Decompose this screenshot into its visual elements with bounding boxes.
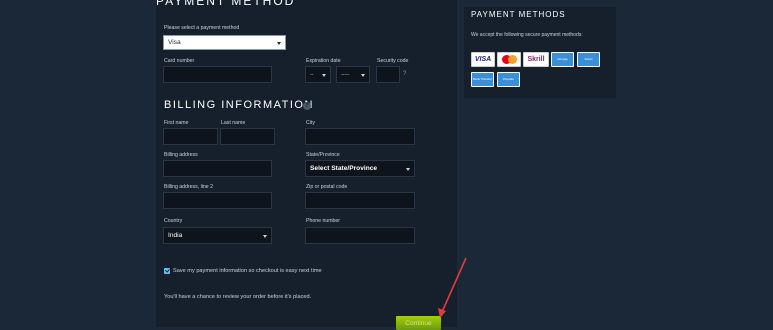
payment-methods-title: PAYMENT METHODS	[471, 10, 566, 19]
exp-month-value: --	[310, 71, 314, 78]
security-code-label: Security code	[377, 58, 409, 64]
country-value: India	[168, 232, 183, 239]
security-code-input[interactable]	[376, 66, 400, 83]
exp-year-value: -----	[341, 71, 350, 78]
chevron-down-icon	[277, 41, 281, 45]
continue-button[interactable]: Continue	[396, 316, 441, 330]
help-icon[interactable]: ?	[303, 102, 311, 110]
visa-logo: VISA	[471, 52, 495, 67]
review-note: You'll have a chance to review your orde…	[164, 294, 312, 300]
last-name-label: Last name	[221, 120, 246, 126]
phone-label: Phone number	[306, 218, 341, 224]
country-label: Country	[164, 218, 183, 224]
save-payment-label: Save my payment information so checkout …	[173, 268, 322, 274]
info-icon: ?	[403, 71, 407, 77]
payment-method-select[interactable]: Visa	[163, 35, 286, 50]
payment-select-label: Please select a payment method	[164, 25, 240, 31]
sofort-logo: Sofort	[577, 52, 600, 67]
billing-address-label: Billing address	[164, 152, 198, 158]
billing-info-title: BILLING INFORMATION	[164, 99, 314, 111]
zip-input[interactable]	[305, 192, 415, 209]
state-select[interactable]: Select State/Province	[305, 160, 415, 177]
chevron-down-icon	[322, 73, 326, 77]
country-select[interactable]: India	[163, 227, 272, 244]
card-number-label: Card number	[164, 58, 195, 64]
billing-address2-input[interactable]	[163, 192, 272, 209]
payment-method-value: Visa	[168, 39, 181, 46]
phone-input[interactable]	[305, 227, 415, 244]
expiration-label: Expiration date	[306, 58, 341, 64]
state-label: State/Province	[306, 152, 340, 158]
payment-method-title: PAYMENT METHOD	[156, 0, 296, 8]
last-name-input[interactable]	[220, 128, 275, 145]
expiration-year-select[interactable]: -----	[336, 66, 370, 83]
card-number-input[interactable]	[163, 66, 272, 83]
state-value: Select State/Province	[310, 165, 378, 172]
expiration-month-select[interactable]: --	[305, 66, 331, 83]
first-name-input[interactable]	[163, 128, 218, 145]
giropay-logo: Giropay	[551, 52, 574, 67]
payment-methods-text: We accept the following secure payment m…	[471, 32, 583, 38]
chevron-down-icon	[263, 234, 267, 238]
zip-label: Zip or postal code	[306, 184, 348, 190]
chevron-down-icon	[361, 73, 365, 77]
skrill-logo: Skrill	[523, 52, 549, 67]
billing-address-input[interactable]	[163, 160, 272, 177]
first-name-label: First name	[164, 120, 189, 126]
mastercard-logo	[497, 52, 521, 67]
save-payment-checkbox[interactable]	[164, 268, 170, 274]
paysafe-logo: Paysafe	[497, 72, 520, 87]
city-input[interactable]	[305, 128, 415, 145]
billing-address2-label: Billing address, line 2	[164, 184, 214, 190]
bank-transfer-logo: Bank Transfer	[471, 72, 494, 87]
city-label: City	[306, 120, 315, 126]
chevron-down-icon	[406, 167, 410, 171]
